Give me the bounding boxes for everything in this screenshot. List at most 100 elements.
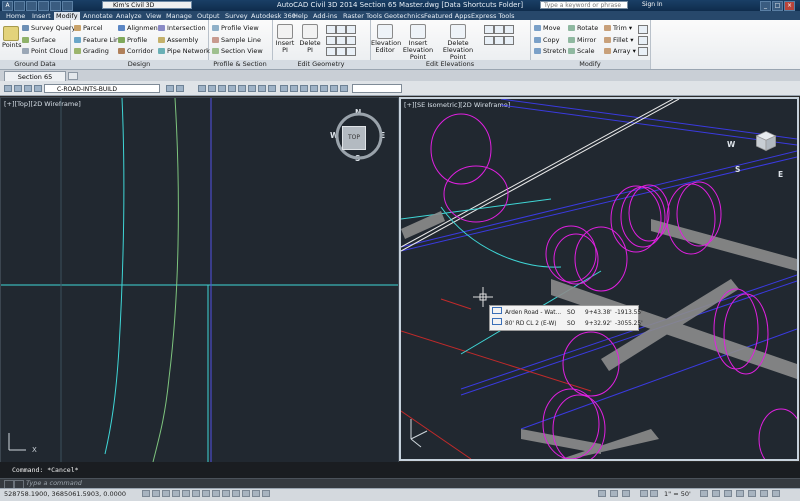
layer-properties-icon[interactable]	[4, 85, 12, 92]
new-tab-icon[interactable]	[68, 72, 78, 80]
explode-icon[interactable]	[638, 36, 648, 45]
zoom-icon[interactable]	[650, 490, 658, 497]
smooth-icon[interactable]	[336, 47, 346, 56]
layer-previous-icon[interactable]	[176, 85, 184, 92]
redo-icon[interactable]	[62, 1, 73, 11]
clean-screen-icon[interactable]	[772, 490, 780, 497]
alignment-button[interactable]: Alignment	[118, 24, 160, 32]
close-icon[interactable]: ×	[784, 1, 795, 11]
layer-walk-icon[interactable]	[248, 85, 256, 92]
search-input[interactable]: Type a keyword or phrase	[540, 1, 628, 9]
fillet-button[interactable]: Fillet ▾	[604, 36, 634, 44]
iso-compass-west[interactable]: W	[727, 140, 735, 149]
point-cloud-button[interactable]: Point Cloud	[22, 47, 68, 55]
workspace-dropdown[interactable]: Kim's Civil 3D	[102, 1, 192, 9]
tab-geotechnics[interactable]: Geotechnics	[382, 12, 426, 20]
ortho-mode-icon[interactable]	[162, 490, 170, 497]
freeze-vp-icon[interactable]	[300, 85, 308, 92]
lineweight-icon[interactable]	[232, 490, 240, 497]
adjacent-elevations-icon[interactable]	[504, 36, 514, 45]
quick-view-icon[interactable]	[622, 490, 630, 497]
tab-survey[interactable]: Survey	[223, 12, 250, 20]
sample-line-button[interactable]: Sample Line	[212, 36, 261, 44]
delete-elevation-point-button[interactable]: Delete Elevation Point	[438, 24, 478, 61]
layer-unisolate-icon[interactable]	[208, 85, 216, 92]
ducs-icon[interactable]	[212, 490, 220, 497]
section-view-button[interactable]: Section View	[212, 47, 263, 55]
elevations-from-surface-icon[interactable]	[504, 25, 514, 34]
layer-freeze-icon[interactable]	[24, 85, 32, 92]
polar-tracking-icon[interactable]	[172, 490, 180, 497]
layer-filter-dropdown[interactable]	[352, 84, 402, 93]
insert-high-low-icon[interactable]	[494, 36, 504, 45]
reverse-tool-icon[interactable]	[346, 36, 356, 45]
minimize-icon[interactable]: _	[760, 1, 771, 11]
feature-line-button[interactable]: Feature Line	[74, 36, 123, 44]
lock-ui-icon[interactable]	[724, 490, 732, 497]
iso-compass-east[interactable]: E	[778, 170, 783, 179]
stretch-button[interactable]: Stretch	[534, 47, 566, 55]
weed-icon[interactable]	[346, 47, 356, 56]
insert-pi-button[interactable]: Insert PI	[273, 24, 297, 54]
tab-express-tools[interactable]: Express Tools	[469, 12, 516, 20]
intersection-button[interactable]: Intersection	[158, 24, 206, 32]
tab-add-ins[interactable]: Add-ins	[311, 12, 339, 20]
fit-curve-icon[interactable]	[326, 47, 336, 56]
trim-button[interactable]: Trim ▾	[604, 24, 632, 32]
rotate-button[interactable]: Rotate	[568, 24, 598, 32]
assembly-button[interactable]: Assembly	[158, 36, 198, 44]
points-button[interactable]: Points	[2, 26, 22, 49]
modify-title[interactable]: Modify	[530, 60, 650, 69]
curve-tool-icon[interactable]	[326, 25, 336, 34]
layer-merge-icon[interactable]	[258, 85, 266, 92]
tab-annotate[interactable]: Annotate	[81, 12, 115, 20]
layer-off-icon[interactable]	[228, 85, 236, 92]
raise-incremental-icon[interactable]	[484, 36, 494, 45]
delete-pi-button[interactable]: Delete PI	[298, 24, 322, 54]
coordinates-readout[interactable]: 528758.1900, 3685061.5903, 0.0000	[4, 490, 126, 498]
layer-delete-icon[interactable]	[268, 85, 276, 92]
object-snap-icon[interactable]	[182, 490, 190, 497]
scale-button[interactable]: Scale	[568, 47, 595, 55]
surface-button[interactable]: Surface	[22, 36, 56, 44]
annotation-visibility-icon[interactable]	[700, 490, 708, 497]
model-space-icon[interactable]	[598, 490, 606, 497]
pan-icon[interactable]	[640, 490, 648, 497]
isolate-objects-icon[interactable]	[748, 490, 756, 497]
layout-icon[interactable]	[610, 490, 618, 497]
elevation-editor-button[interactable]: Elevation Editor	[371, 24, 401, 54]
layer-state-icon[interactable]	[14, 85, 22, 92]
offset-icon[interactable]	[638, 47, 648, 56]
save-icon[interactable]	[38, 1, 49, 11]
break-tool-icon[interactable]	[326, 36, 336, 45]
new-icon[interactable]	[14, 1, 25, 11]
dynamic-input-icon[interactable]	[222, 490, 230, 497]
view-cube-3d[interactable]	[755, 130, 777, 152]
layer-match-icon[interactable]	[218, 85, 226, 92]
copy-button[interactable]: Copy	[534, 36, 560, 44]
view-cube-top[interactable]: TOP	[342, 126, 366, 150]
layer-on-icon[interactable]	[238, 85, 246, 92]
object-snap-tracking-icon[interactable]	[202, 490, 210, 497]
hardware-acceleration-icon[interactable]	[736, 490, 744, 497]
open-icon[interactable]	[26, 1, 37, 11]
tab-home[interactable]: Home	[4, 12, 27, 20]
layer-lock-icon[interactable]	[34, 85, 42, 92]
survey-query-button[interactable]: Survey Query	[22, 24, 75, 32]
corridor-button[interactable]: Corridor	[118, 47, 153, 55]
grading-button[interactable]: Grading	[74, 47, 109, 55]
turn-all-on-icon[interactable]	[340, 85, 348, 92]
status-menu-icon[interactable]	[760, 490, 768, 497]
isometric-viewport[interactable]: [+][SE Isometric][2D Wireframe]	[399, 97, 799, 461]
maximize-icon[interactable]: □	[772, 1, 783, 11]
design-title[interactable]: Design	[70, 60, 208, 69]
profile-view-button[interactable]: Profile View	[212, 24, 259, 32]
parcel-button[interactable]: Parcel	[74, 24, 103, 32]
3d-object-snap-icon[interactable]	[192, 490, 200, 497]
line-tool-icon[interactable]	[336, 25, 346, 34]
transparency-icon[interactable]	[242, 490, 250, 497]
tab-raster-tools[interactable]: Raster Tools	[341, 12, 384, 20]
join-tool-icon[interactable]	[336, 36, 346, 45]
make-current-icon[interactable]	[166, 85, 174, 92]
unlock-all-icon[interactable]	[330, 85, 338, 92]
